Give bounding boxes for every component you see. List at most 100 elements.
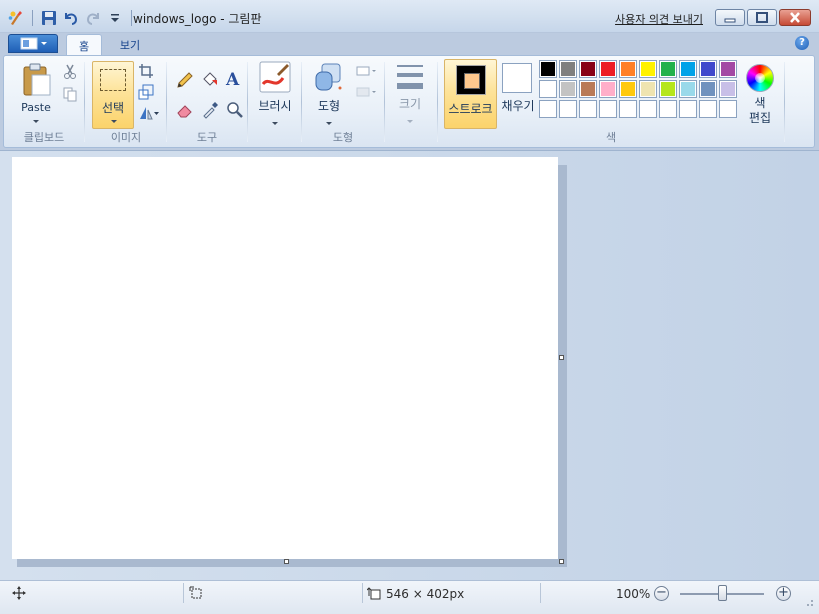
swatch-color <box>561 62 575 76</box>
shapes-group: 도형 도형 <box>302 58 384 147</box>
resize-handle-corner[interactable] <box>559 559 564 564</box>
rotate-icon[interactable] <box>138 105 160 121</box>
undo-icon[interactable] <box>63 10 79 26</box>
maximize-button[interactable] <box>747 9 777 26</box>
palette-swatch[interactable] <box>559 60 577 78</box>
select-icon <box>100 69 126 91</box>
palette-swatch[interactable] <box>659 80 677 98</box>
palette-swatch[interactable] <box>699 60 717 78</box>
swatch-color <box>601 82 615 96</box>
swatch-color <box>721 62 735 76</box>
crop-icon[interactable] <box>138 63 154 79</box>
shapes-button[interactable]: 도형 <box>310 60 348 125</box>
drawing-canvas[interactable] <box>12 157 558 559</box>
zoom-in-button[interactable]: + <box>776 586 791 601</box>
palette-swatch[interactable] <box>579 100 597 118</box>
palette-swatch[interactable] <box>599 80 617 98</box>
help-icon[interactable]: ? <box>795 36 809 50</box>
palette-swatch[interactable] <box>699 80 717 98</box>
image-size-icon <box>366 586 381 603</box>
close-button[interactable] <box>779 9 811 26</box>
swatch-color <box>701 102 715 116</box>
resize-icon[interactable] <box>138 84 154 100</box>
resize-handle-bottom[interactable] <box>284 559 289 564</box>
palette-swatch[interactable] <box>539 60 557 78</box>
image-group-label: 이미지 <box>110 131 142 144</box>
text-tool-icon[interactable]: A <box>226 70 242 90</box>
swatch-color <box>621 102 635 116</box>
size-grip-icon[interactable] <box>802 595 814 610</box>
palette-swatch[interactable] <box>719 80 737 98</box>
color-picker-icon[interactable] <box>201 101 218 119</box>
palette-swatch[interactable] <box>619 80 637 98</box>
swatch-color <box>581 82 595 96</box>
tab-view[interactable]: 보기 <box>112 34 148 55</box>
select-label: 선택 <box>101 101 125 115</box>
palette-swatch[interactable] <box>579 80 597 98</box>
chevron-down-icon <box>407 120 413 123</box>
palette-swatch[interactable] <box>639 80 657 98</box>
palette-swatch[interactable] <box>639 100 657 118</box>
palette-swatch[interactable] <box>619 100 637 118</box>
swatch-color <box>601 62 615 76</box>
fill-label: 채우기 <box>501 99 535 113</box>
save-icon[interactable] <box>41 10 57 26</box>
status-divider <box>540 583 541 603</box>
tab-home[interactable]: 홈 <box>66 34 102 55</box>
paint-app-icon[interactable] <box>8 10 24 26</box>
brushes-label: 브러시 <box>258 99 292 113</box>
magnifier-icon[interactable] <box>226 101 243 118</box>
resize-handle-right[interactable] <box>559 355 564 360</box>
outline-dropdown-icon[interactable] <box>356 65 378 81</box>
swatch-color <box>621 82 635 96</box>
swatch-color <box>561 102 575 116</box>
fill-bucket-icon[interactable] <box>201 71 217 87</box>
swatch-color <box>721 102 735 116</box>
zoom-slider-thumb[interactable] <box>718 585 727 601</box>
palette-swatch[interactable] <box>699 100 717 118</box>
palette-swatch[interactable] <box>599 100 617 118</box>
minimize-button[interactable] <box>715 9 745 26</box>
selection-size-icon <box>189 586 203 603</box>
send-feedback-link[interactable]: 사용자 의견 보내기 <box>615 11 703 27</box>
pencil-icon[interactable] <box>176 71 193 88</box>
status-divider <box>362 583 363 603</box>
palette-swatch[interactable] <box>659 100 677 118</box>
palette-swatch[interactable] <box>619 60 637 78</box>
palette-swatch[interactable] <box>719 100 737 118</box>
palette-swatch[interactable] <box>559 80 577 98</box>
palette-swatch[interactable] <box>679 100 697 118</box>
chevron-down-icon <box>326 122 332 125</box>
eraser-icon[interactable] <box>176 101 192 118</box>
palette-swatch[interactable] <box>539 100 557 118</box>
customize-qat-icon[interactable] <box>107 10 123 26</box>
ribbon-panel: Paste 클립보드 선택 이미지 A 도구 브러시 도형 도형 크기 색 스트… <box>3 55 815 148</box>
palette-swatch[interactable] <box>559 100 577 118</box>
swatch-color <box>681 62 695 76</box>
palette-swatch[interactable] <box>679 60 697 78</box>
palette-row <box>539 60 739 78</box>
color-wheel-icon[interactable] <box>746 64 774 92</box>
brushes-button[interactable]: 브러시 <box>254 60 296 125</box>
palette-swatch[interactable] <box>579 60 597 78</box>
application-menu-button[interactable] <box>8 34 58 53</box>
line-size-icon <box>397 65 423 89</box>
fill-dropdown-icon[interactable] <box>356 86 378 102</box>
zoom-out-button[interactable]: − <box>654 586 669 601</box>
color-palette <box>539 60 739 120</box>
size-button[interactable]: 크기 <box>390 62 430 123</box>
fill-color-swatch[interactable] <box>502 63 532 93</box>
redo-icon[interactable] <box>85 10 101 26</box>
palette-swatch[interactable] <box>539 80 557 98</box>
palette-swatch[interactable] <box>679 80 697 98</box>
select-button[interactable]: 선택 <box>92 61 134 129</box>
palette-swatch[interactable] <box>719 60 737 78</box>
palette-swatch[interactable] <box>599 60 617 78</box>
edit-colors-button[interactable]: 색 편집 <box>742 96 778 126</box>
shapes-label: 도형 <box>317 99 341 113</box>
palette-swatch[interactable] <box>639 60 657 78</box>
swatch-color <box>541 62 555 76</box>
palette-swatch[interactable] <box>659 60 677 78</box>
stroke-color-button[interactable]: 스트로크 <box>444 59 497 129</box>
status-bar: 546 × 402px 100% − + <box>0 580 819 614</box>
